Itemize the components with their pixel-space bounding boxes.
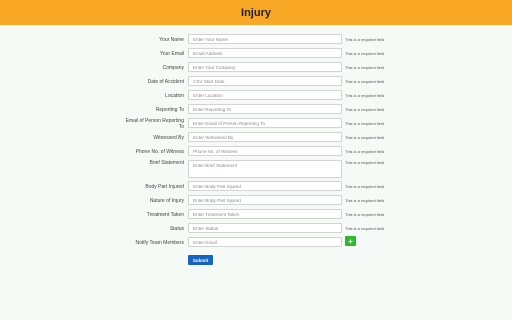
nature-of-injury-input[interactable] (188, 195, 342, 205)
your-email-label: Your Email (160, 51, 184, 57)
witness-phone-label: Phone No. of Witness (135, 149, 184, 155)
your-email-input[interactable] (188, 48, 342, 58)
date-of-accident-input[interactable] (188, 76, 342, 86)
location-input[interactable] (188, 90, 342, 100)
reporting-to-label: Reporting To (155, 107, 184, 113)
email-reporting-to-label: Email of Person Reporting To (125, 118, 184, 130)
witnessed-by-help: This is a required field. (345, 135, 386, 140)
treatment-taken-input[interactable] (188, 209, 342, 219)
email-reporting-to-help: This is a required field. (345, 121, 386, 126)
reporting-to-input[interactable] (188, 104, 342, 114)
notify-team-email-input[interactable] (188, 237, 342, 247)
submit-button[interactable]: Submit (188, 255, 213, 265)
your-email-help: This is a required field. (345, 51, 386, 56)
company-input[interactable] (188, 62, 342, 72)
witness-phone-help: This is a required field. (345, 149, 386, 154)
date-of-accident-help: This is a required field. (345, 79, 386, 84)
your-name-label: Your Name (159, 37, 184, 43)
brief-statement-textarea[interactable] (188, 160, 342, 178)
status-label: Status (169, 226, 184, 232)
status-input[interactable] (188, 223, 342, 233)
email-reporting-to-input[interactable] (188, 118, 342, 128)
body-part-injured-input[interactable] (188, 181, 342, 191)
nature-of-injury-label: Nature of Injury (149, 198, 184, 204)
brief-statement-label: Brief Statement (149, 160, 184, 166)
witnessed-by-input[interactable] (188, 132, 342, 142)
company-help: This is a required field. (345, 65, 386, 70)
status-help: This is a required field. (345, 226, 386, 231)
treatment-taken-label: Treatment Taken (146, 212, 184, 218)
add-team-member-button[interactable] (345, 236, 356, 246)
treatment-taken-help: This is a required field. (345, 212, 386, 217)
body-part-injured-help: This is a required field. (345, 184, 386, 189)
location-label: Location (165, 93, 184, 99)
date-of-accident-label: Date of Accident (147, 79, 184, 85)
plus-icon (348, 239, 353, 243)
body-part-injured-label: Body Part Injured (145, 184, 184, 190)
your-name-help: This is a required field. (345, 37, 386, 42)
witness-phone-input[interactable] (188, 146, 342, 156)
notify-team-label: Notify Team Members (135, 240, 184, 246)
nature-of-injury-help: This is a required field. (345, 198, 386, 203)
brief-statement-help: This is a required field. (345, 160, 386, 165)
injury-form: Your Name This is a required field. Your… (0, 0, 512, 320)
company-label: Company (162, 65, 184, 71)
witnessed-by-label: Witnessed By (153, 135, 184, 141)
location-help: This is a required field. (345, 93, 386, 98)
your-name-input[interactable] (188, 34, 342, 44)
reporting-to-help: This is a required field. (345, 107, 386, 112)
